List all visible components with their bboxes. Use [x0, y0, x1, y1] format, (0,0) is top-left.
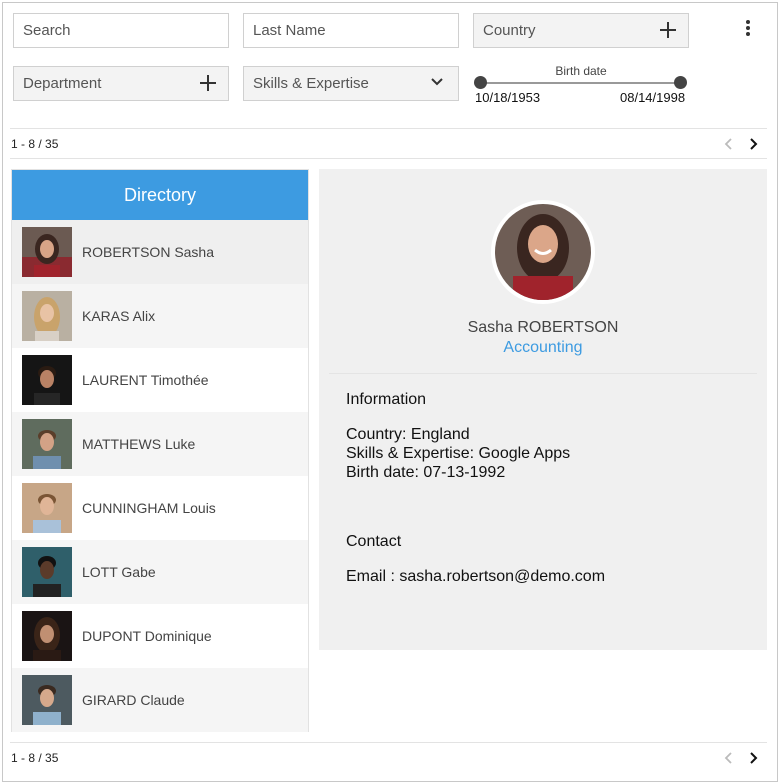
- birth-date-max-value: 08/14/1998: [620, 90, 686, 105]
- list-item[interactable]: ROBERTSON Sasha: [12, 220, 308, 284]
- person-name: GIRARD Claude: [82, 692, 185, 708]
- plus-icon[interactable]: [660, 22, 676, 38]
- list-item[interactable]: LOTT Gabe: [12, 540, 308, 604]
- directory-list: Directory ROBERTSON Sasha KARAS Alix LAU…: [11, 169, 309, 732]
- avatar: [22, 483, 72, 533]
- divider: [10, 158, 767, 159]
- avatar: [491, 200, 595, 304]
- department-filter-label: Department: [23, 75, 102, 92]
- list-item[interactable]: LAURENT Timothée: [12, 348, 308, 412]
- pager-count: 1 - 8 / 35: [11, 751, 59, 765]
- detail-name: Sasha ROBERTSON: [467, 319, 619, 336]
- list-item[interactable]: GIRARD Claude: [12, 668, 308, 732]
- plus-icon[interactable]: [200, 75, 216, 91]
- detail-birth-date: Birth date: 07-13-1992: [346, 464, 506, 481]
- birth-date-min-value: 10/18/1953: [475, 90, 541, 105]
- list-item[interactable]: MATTHEWS Luke: [12, 412, 308, 476]
- list-item[interactable]: DUPONT Dominique: [12, 604, 308, 668]
- detail-email[interactable]: Email : sasha.robertson@demo.com: [346, 568, 605, 586]
- chevron-down-icon: [431, 78, 443, 86]
- more-vertical-icon[interactable]: [742, 20, 754, 40]
- avatar: [22, 675, 72, 725]
- pager-count: 1 - 8 / 35: [11, 137, 59, 151]
- birth-date-min-handle[interactable]: [474, 76, 487, 89]
- chevron-right-icon[interactable]: [746, 137, 760, 151]
- country-filter-label: Country: [483, 22, 536, 39]
- divider: [10, 128, 767, 129]
- person-name: CUNNINGHAM Louis: [82, 500, 216, 516]
- birth-date-max-handle[interactable]: [674, 76, 687, 89]
- detail-skills: Skills & Expertise: Google Apps: [346, 445, 571, 462]
- avatar: [22, 611, 72, 661]
- directory-header: Directory: [12, 170, 308, 220]
- birth-date-label: Birth date: [555, 64, 607, 78]
- search-input[interactable]: Search: [13, 13, 229, 48]
- avatar: [22, 227, 72, 277]
- person-name: LOTT Gabe: [82, 564, 156, 580]
- avatar: [22, 291, 72, 341]
- divider: [329, 373, 757, 374]
- divider: [10, 742, 767, 743]
- chevron-left-icon[interactable]: [722, 137, 736, 151]
- skills-select-label: Skills & Expertise: [253, 75, 369, 92]
- search-placeholder: Search: [23, 22, 71, 39]
- list-item[interactable]: CUNNINGHAM Louis: [12, 476, 308, 540]
- avatar: [22, 419, 72, 469]
- avatar: [22, 547, 72, 597]
- last-name-placeholder: Last Name: [253, 22, 326, 39]
- last-name-input[interactable]: Last Name: [243, 13, 459, 48]
- info-heading: Information: [346, 391, 427, 408]
- person-name: KARAS Alix: [82, 308, 156, 324]
- birth-date-slider-track[interactable]: [480, 82, 681, 84]
- chevron-left-icon[interactable]: [722, 751, 736, 765]
- skills-select[interactable]: Skills & Expertise: [243, 66, 459, 101]
- person-name: ROBERTSON Sasha: [82, 244, 215, 260]
- person-detail-panel: Sasha ROBERTSON Accounting Information C…: [319, 169, 767, 650]
- person-name: DUPONT Dominique: [82, 628, 212, 644]
- detail-department[interactable]: Accounting: [319, 339, 767, 357]
- person-name: MATTHEWS Luke: [82, 436, 196, 452]
- detail-country: Country: England: [346, 426, 470, 443]
- list-item[interactable]: KARAS Alix: [12, 284, 308, 348]
- chevron-right-icon[interactable]: [746, 751, 760, 765]
- avatar: [22, 355, 72, 405]
- department-filter[interactable]: Department: [13, 66, 229, 101]
- person-name: LAURENT Timothée: [82, 372, 209, 388]
- country-filter[interactable]: Country: [473, 13, 689, 48]
- contact-heading: Contact: [346, 533, 402, 550]
